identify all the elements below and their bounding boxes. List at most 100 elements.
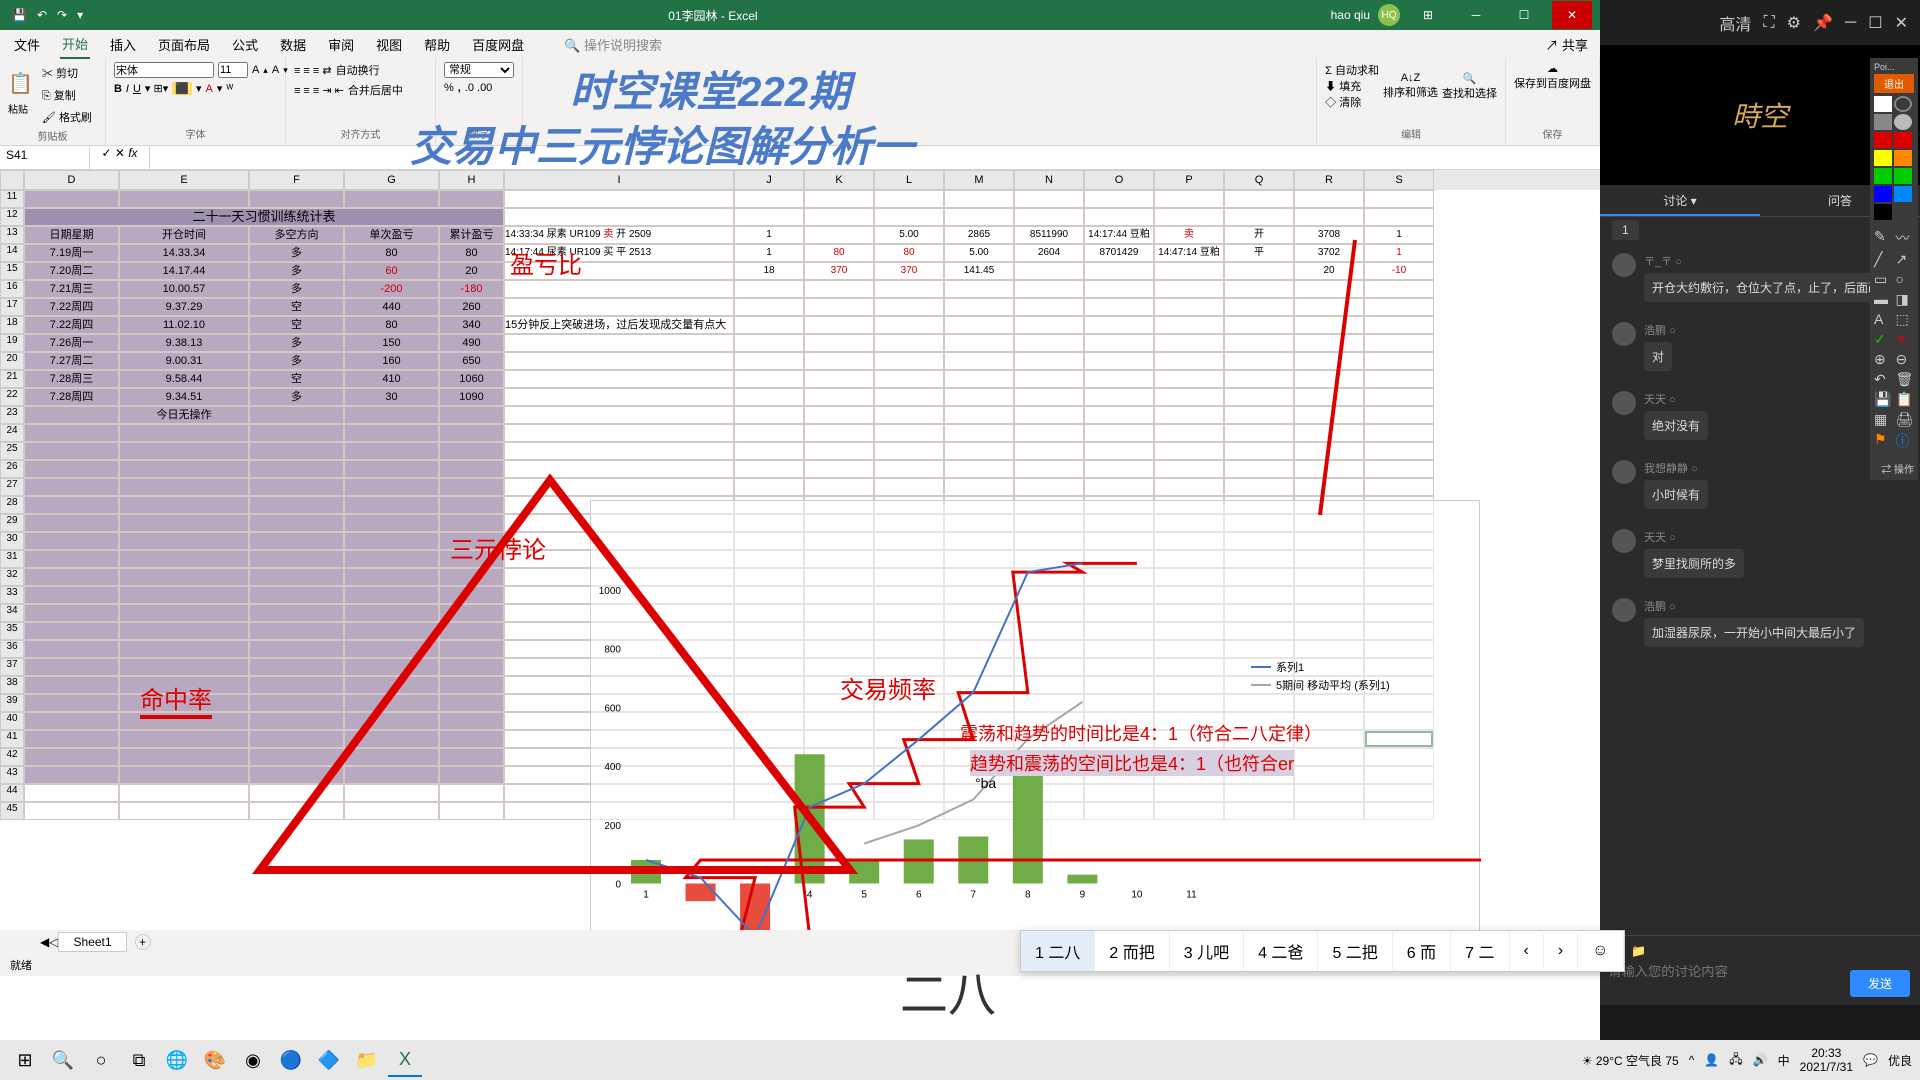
ime-candidate[interactable]: 2 而把 xyxy=(1095,931,1169,971)
tool-check-icon[interactable]: ✓ xyxy=(1874,331,1893,348)
menu-data[interactable]: 数据 xyxy=(278,31,308,58)
attach-icon[interactable]: 📁 xyxy=(1631,944,1646,958)
chrome-icon[interactable]: ◉ xyxy=(236,1043,270,1077)
tab-nav-prev[interactable]: ◁ xyxy=(49,935,58,949)
tool-circle-icon[interactable]: ○ xyxy=(1896,271,1915,288)
stream-max-icon[interactable]: ☐ xyxy=(1868,13,1882,33)
tool-rect-icon[interactable]: ▭ xyxy=(1874,271,1893,288)
ribbon-display-icon[interactable]: ⊞ xyxy=(1408,1,1448,29)
ime-candidate[interactable]: 1 二八 xyxy=(1021,931,1095,971)
ime-candidate-bar[interactable]: 1 二八2 而把3 儿吧4 二爸5 二把6 而7 二‹›☺ xyxy=(1020,930,1625,972)
tray-net-icon[interactable]: 🖧 xyxy=(1729,1050,1742,1071)
excel-taskbar-icon[interactable]: X xyxy=(388,1043,422,1077)
sort-filter-button[interactable]: A↓Z排序和筛选 xyxy=(1383,72,1438,100)
menu-insert[interactable]: 插入 xyxy=(108,31,138,58)
settings-icon[interactable]: ⚙ xyxy=(1787,13,1801,33)
bold-button[interactable]: B xyxy=(114,83,122,95)
stream-min-icon[interactable]: ─ xyxy=(1845,14,1856,32)
font-size-select[interactable] xyxy=(218,62,248,78)
maximize-icon[interactable]: ☐ xyxy=(1504,1,1544,29)
explorer-icon[interactable]: 📁 xyxy=(350,1043,384,1077)
ime-candidate[interactable]: 4 二爸 xyxy=(1244,931,1318,971)
ime-candidate[interactable]: 3 儿吧 xyxy=(1170,931,1244,971)
copy-button[interactable]: ⎘ 复制 xyxy=(37,84,97,106)
search-icon[interactable]: 🔍 xyxy=(46,1043,80,1077)
sheet-tab-1[interactable]: Sheet1 xyxy=(58,932,126,952)
menu-view[interactable]: 视图 xyxy=(374,31,404,58)
menu-baidu[interactable]: 百度网盘 xyxy=(470,31,526,58)
avatar[interactable] xyxy=(1612,391,1636,415)
cut-button[interactable]: ✂ 剪切 xyxy=(37,62,97,84)
number-format-select[interactable]: 常规 xyxy=(444,62,514,78)
tool-save-icon[interactable]: 💾 xyxy=(1874,391,1893,408)
tool-shrink-icon[interactable]: ⊖ xyxy=(1896,351,1915,368)
underline-button[interactable]: U xyxy=(133,83,141,95)
app-icon-1[interactable]: 🎨 xyxy=(198,1043,232,1077)
ime-candidate[interactable]: 7 二 xyxy=(1451,931,1509,971)
avatar[interactable] xyxy=(1612,529,1636,553)
font-color-button[interactable]: A xyxy=(205,83,212,95)
avatar[interactable] xyxy=(1612,253,1636,277)
user-avatar[interactable]: HQ xyxy=(1378,4,1400,26)
tray-up-icon[interactable]: ^ xyxy=(1689,1053,1695,1067)
avatar[interactable] xyxy=(1612,322,1636,346)
merge-button[interactable]: 合并后居中 xyxy=(348,82,403,98)
ime-prev[interactable]: ‹ xyxy=(1510,934,1544,968)
find-select-button[interactable]: 🔍查找和选择 xyxy=(1442,72,1497,101)
menu-formula[interactable]: 公式 xyxy=(230,31,260,58)
app-icon-3[interactable]: 🔷 xyxy=(312,1043,346,1077)
clear-button[interactable]: ◇ 清除 xyxy=(1325,94,1379,110)
autosum-button[interactable]: Σ 自动求和 xyxy=(1325,62,1379,78)
avatar[interactable] xyxy=(1612,460,1636,484)
close-icon[interactable]: ✕ xyxy=(1552,1,1592,29)
save-icon[interactable]: 💾 xyxy=(12,8,27,22)
wrap-text-button[interactable]: 自动换行 xyxy=(336,62,380,78)
tool-pencil-icon[interactable]: ✎ xyxy=(1874,228,1893,248)
operate-label[interactable]: ⇄ 操作 xyxy=(1874,461,1914,476)
ime-emoji[interactable]: ☺ xyxy=(1578,934,1623,968)
share-button[interactable]: ↗ 共享 xyxy=(1545,35,1588,54)
user-name[interactable]: hao qiu xyxy=(1331,8,1370,22)
tool-grid-icon[interactable]: ▦ xyxy=(1874,411,1893,428)
undo-icon[interactable]: ↶ xyxy=(37,8,47,22)
menu-layout[interactable]: 页面布局 xyxy=(156,31,212,58)
tool-marker-icon[interactable]: ▬ xyxy=(1874,291,1893,308)
notifications-icon[interactable]: 💬 xyxy=(1863,1053,1878,1067)
weather-widget[interactable]: ☀ 29°C 空气良 75 xyxy=(1582,1052,1679,1069)
tool-undo-icon[interactable]: ↶ xyxy=(1874,371,1893,388)
avatar[interactable] xyxy=(1612,598,1636,622)
name-box[interactable]: S41 xyxy=(0,146,90,169)
redo-icon[interactable]: ↷ xyxy=(57,8,67,22)
tab-discussion[interactable]: 讨论 ▾ xyxy=(1600,185,1760,216)
paste-button[interactable]: 📋粘贴 xyxy=(8,71,33,119)
menu-file[interactable]: 文件 xyxy=(12,31,42,58)
baidu-save-button[interactable]: ☁保存到百度网盘 xyxy=(1514,62,1591,91)
ime-next[interactable]: › xyxy=(1544,934,1578,968)
fill-color-button[interactable]: ⬛ xyxy=(172,82,192,95)
tool-text-icon[interactable]: A xyxy=(1874,311,1893,328)
formula-bar[interactable] xyxy=(150,146,1600,169)
chart-object[interactable]: -400-200020040060080010001234567891011 系… xyxy=(590,500,1480,930)
tray-volume-icon[interactable]: 🔊 xyxy=(1753,1053,1768,1067)
start-button[interactable]: ⊞ xyxy=(8,1043,42,1077)
taskview-icon[interactable]: ⧉ xyxy=(122,1043,156,1077)
cortana-icon[interactable]: ○ xyxy=(84,1043,118,1077)
tool-eraser-icon[interactable]: ◨ xyxy=(1896,291,1915,308)
tool-select-icon[interactable]: ⬚ xyxy=(1896,311,1915,328)
tray-people-icon[interactable]: 👤 xyxy=(1704,1053,1719,1067)
tray-ime-icon[interactable]: 中 xyxy=(1778,1052,1790,1069)
tool-clipboard-icon[interactable]: 📋 xyxy=(1896,391,1915,408)
qat-dropdown-icon[interactable]: ▾ xyxy=(77,8,83,22)
edge-icon[interactable]: 🌐 xyxy=(160,1043,194,1077)
hd-label[interactable]: 高清 xyxy=(1719,11,1751,35)
ime-candidate[interactable]: 5 二把 xyxy=(1318,931,1392,971)
minimize-icon[interactable]: ─ xyxy=(1456,1,1496,29)
tool-print-icon[interactable]: 🖨 xyxy=(1896,411,1915,428)
font-name-select[interactable] xyxy=(114,62,214,78)
add-sheet-button[interactable]: + xyxy=(135,934,151,950)
exit-annotation-button[interactable]: 退出 xyxy=(1874,74,1914,93)
clock[interactable]: 20:332021/7/31 xyxy=(1800,1046,1853,1074)
stream-close-icon[interactable]: ✕ xyxy=(1895,13,1908,33)
tab-nav-first[interactable]: ◀ xyxy=(40,935,49,949)
spreadsheet-grid[interactable]: DEFGHIJKLMNOPQRS 1112二十一天习惯训练统计表13日期星期开仓… xyxy=(0,170,1600,930)
